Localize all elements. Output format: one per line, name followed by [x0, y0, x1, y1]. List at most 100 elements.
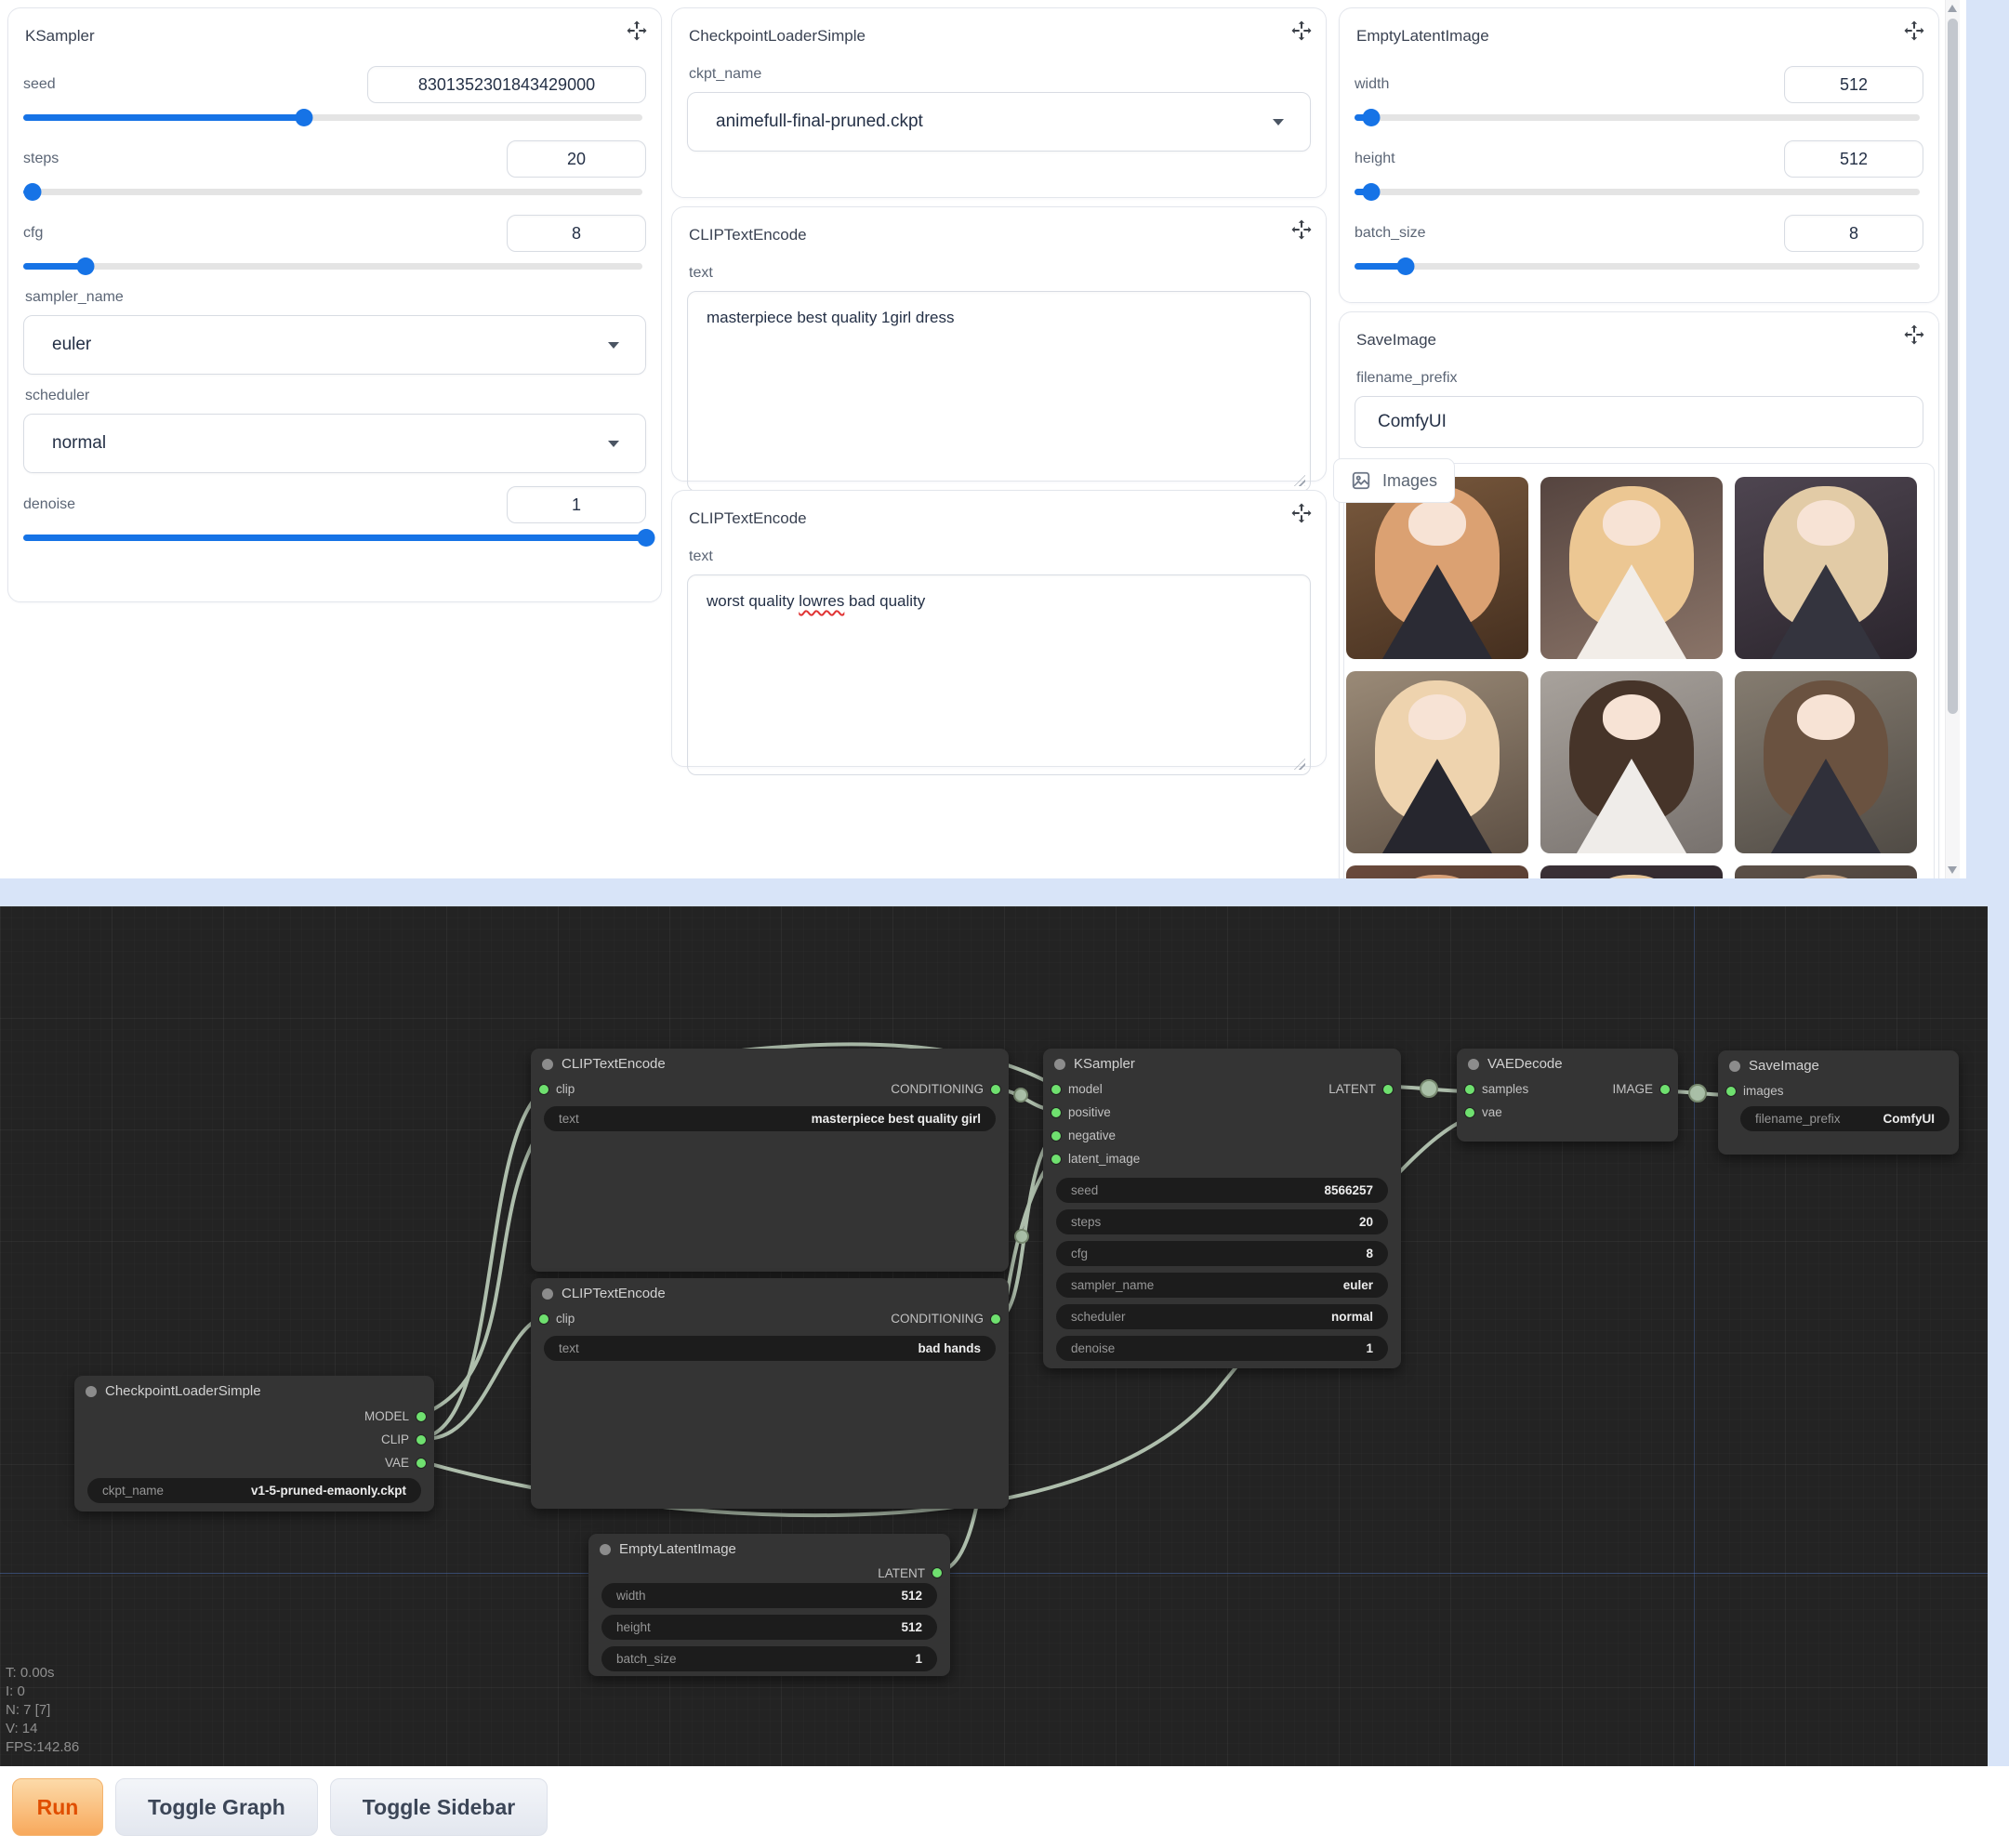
scrollbar-thumb[interactable] [1948, 19, 1958, 714]
node-title-bar[interactable]: KSampler [1043, 1049, 1401, 1077]
generated-image[interactable] [1346, 865, 1528, 878]
move-icon[interactable] [626, 20, 648, 42]
output-slot-icon[interactable] [991, 1314, 1000, 1324]
node-title-bar[interactable]: EmptyLatentImage [588, 1534, 950, 1563]
move-icon[interactable] [1290, 218, 1313, 241]
input-slot-icon[interactable] [1051, 1108, 1061, 1117]
resize-handle-icon[interactable] [1294, 475, 1305, 486]
input-slot-icon[interactable] [1051, 1155, 1061, 1164]
generated-image[interactable] [1346, 671, 1528, 853]
graph-node-checkpoint-loader[interactable]: CheckpointLoaderSimple MODEL CLIP VAE ck… [74, 1376, 434, 1511]
denoise-input[interactable]: 1 [507, 486, 646, 523]
node-widget-batch-size[interactable]: batch_size1 [601, 1646, 937, 1671]
slider-thumb[interactable] [1397, 257, 1415, 275]
batch-size-input[interactable]: 8 [1784, 215, 1923, 252]
output-slot-icon[interactable] [932, 1568, 942, 1577]
output-slot-icon[interactable] [991, 1085, 1000, 1094]
collapse-dot-icon[interactable] [86, 1386, 97, 1397]
generated-image[interactable] [1346, 477, 1528, 659]
cfg-slider[interactable] [23, 254, 646, 278]
input-slot-icon[interactable] [1726, 1087, 1736, 1096]
graph-node-clip-positive[interactable]: CLIPTextEncode clip CONDITIONING text ma… [531, 1049, 1009, 1272]
collapse-dot-icon[interactable] [542, 1059, 553, 1070]
resize-handle-icon[interactable] [1294, 759, 1305, 770]
output-slot-icon[interactable] [416, 1435, 426, 1445]
slider-thumb[interactable] [77, 257, 95, 275]
move-icon[interactable] [1903, 323, 1925, 346]
node-widget-cfg[interactable]: cfg8 [1056, 1241, 1388, 1266]
input-slot-icon[interactable] [1465, 1085, 1474, 1094]
node-widget-sampler-name[interactable]: sampler_nameeuler [1056, 1273, 1388, 1298]
collapse-dot-icon[interactable] [1054, 1059, 1065, 1070]
slider-thumb[interactable] [24, 183, 42, 201]
node-widget-text[interactable]: text bad hands [544, 1336, 996, 1361]
node-title-bar[interactable]: CheckpointLoaderSimple [74, 1376, 434, 1405]
node-widget-ckpt-name[interactable]: ckpt_name v1-5-pruned-emaonly.ckpt [87, 1478, 421, 1503]
filename-prefix-input[interactable]: ComfyUI [1355, 396, 1923, 448]
panel-scrollbar[interactable] [1945, 0, 1960, 878]
ckpt-name-select[interactable]: animefull-final-pruned.ckpt [687, 92, 1311, 152]
node-title-bar[interactable]: CLIPTextEncode [531, 1049, 1009, 1077]
scroll-down-arrow-icon[interactable] [1948, 866, 1957, 874]
scheduler-select[interactable]: normal [23, 414, 646, 473]
collapse-dot-icon[interactable] [600, 1544, 611, 1555]
output-slot-icon[interactable] [1383, 1085, 1393, 1094]
node-title-bar[interactable]: VAEDecode [1457, 1049, 1678, 1077]
graph-node-saveimage[interactable]: SaveImage images filename_prefix ComfyUI [1718, 1050, 1959, 1155]
output-slot-icon[interactable] [416, 1412, 426, 1421]
collapse-dot-icon[interactable] [542, 1288, 553, 1300]
positive-prompt-textarea[interactable]: masterpiece best quality 1girl dress [687, 291, 1311, 492]
node-graph-canvas[interactable]: CLIPTextEncode clip CONDITIONING text ma… [0, 906, 1988, 1766]
input-slot-icon[interactable] [539, 1314, 549, 1324]
node-widget-text[interactable]: text masterpiece best quality girl [544, 1106, 996, 1131]
generated-image[interactable] [1540, 671, 1723, 853]
slider-thumb[interactable] [295, 109, 312, 126]
move-icon[interactable] [1903, 20, 1925, 42]
generated-image[interactable] [1540, 865, 1723, 878]
node-widget-scheduler[interactable]: schedulernormal [1056, 1304, 1388, 1329]
collapse-dot-icon[interactable] [1468, 1059, 1479, 1070]
graph-node-vaedecode[interactable]: VAEDecode samples IMAGE vae [1457, 1049, 1678, 1142]
batch-size-slider[interactable] [1355, 254, 1923, 278]
generated-image[interactable] [1735, 671, 1917, 853]
generated-image[interactable] [1735, 865, 1917, 878]
slider-thumb[interactable] [1363, 109, 1381, 126]
steps-input[interactable]: 20 [507, 140, 646, 178]
scroll-up-arrow-icon[interactable] [1948, 5, 1957, 12]
negative-prompt-textarea[interactable]: worst quality lowres bad quality [687, 574, 1311, 775]
node-widget-filename-prefix[interactable]: filename_prefix ComfyUI [1740, 1106, 1950, 1131]
slider-thumb[interactable] [1363, 183, 1381, 201]
width-input[interactable]: 512 [1784, 66, 1923, 103]
generated-image[interactable] [1540, 477, 1723, 659]
toggle-graph-button[interactable]: Toggle Graph [115, 1778, 318, 1836]
collapse-dot-icon[interactable] [1729, 1061, 1740, 1072]
node-widget-height[interactable]: height512 [601, 1615, 937, 1640]
height-input[interactable]: 512 [1784, 140, 1923, 178]
input-slot-icon[interactable] [1051, 1131, 1061, 1141]
move-icon[interactable] [1290, 502, 1313, 524]
toggle-sidebar-button[interactable]: Toggle Sidebar [330, 1778, 548, 1836]
graph-node-ksampler[interactable]: KSampler model LATENT positive negative … [1043, 1049, 1401, 1368]
node-widget-seed[interactable]: seed8566257 [1056, 1178, 1388, 1203]
node-widget-denoise[interactable]: denoise1 [1056, 1336, 1388, 1361]
cfg-input[interactable]: 8 [507, 215, 646, 252]
node-title-bar[interactable]: CLIPTextEncode [531, 1278, 1009, 1307]
denoise-slider[interactable] [23, 525, 646, 549]
move-icon[interactable] [1290, 20, 1313, 42]
run-button[interactable]: Run [12, 1778, 103, 1836]
sampler-name-select[interactable]: euler [23, 315, 646, 375]
steps-slider[interactable] [23, 179, 646, 204]
output-slot-icon[interactable] [1660, 1085, 1670, 1094]
node-widget-steps[interactable]: steps20 [1056, 1209, 1388, 1234]
output-slot-icon[interactable] [416, 1459, 426, 1468]
generated-image[interactable] [1735, 477, 1917, 659]
graph-node-empty-latent[interactable]: EmptyLatentImage LATENT width512 height5… [588, 1534, 950, 1676]
slider-thumb[interactable] [638, 529, 655, 547]
node-widget-width[interactable]: width512 [601, 1583, 937, 1608]
node-title-bar[interactable]: SaveImage [1718, 1050, 1959, 1079]
input-slot-icon[interactable] [1051, 1085, 1061, 1094]
graph-node-clip-negative[interactable]: CLIPTextEncode clip CONDITIONING text ba… [531, 1278, 1009, 1509]
width-slider[interactable] [1355, 105, 1923, 129]
height-slider[interactable] [1355, 179, 1923, 204]
seed-input[interactable]: 8301352301843429000 [367, 66, 646, 103]
